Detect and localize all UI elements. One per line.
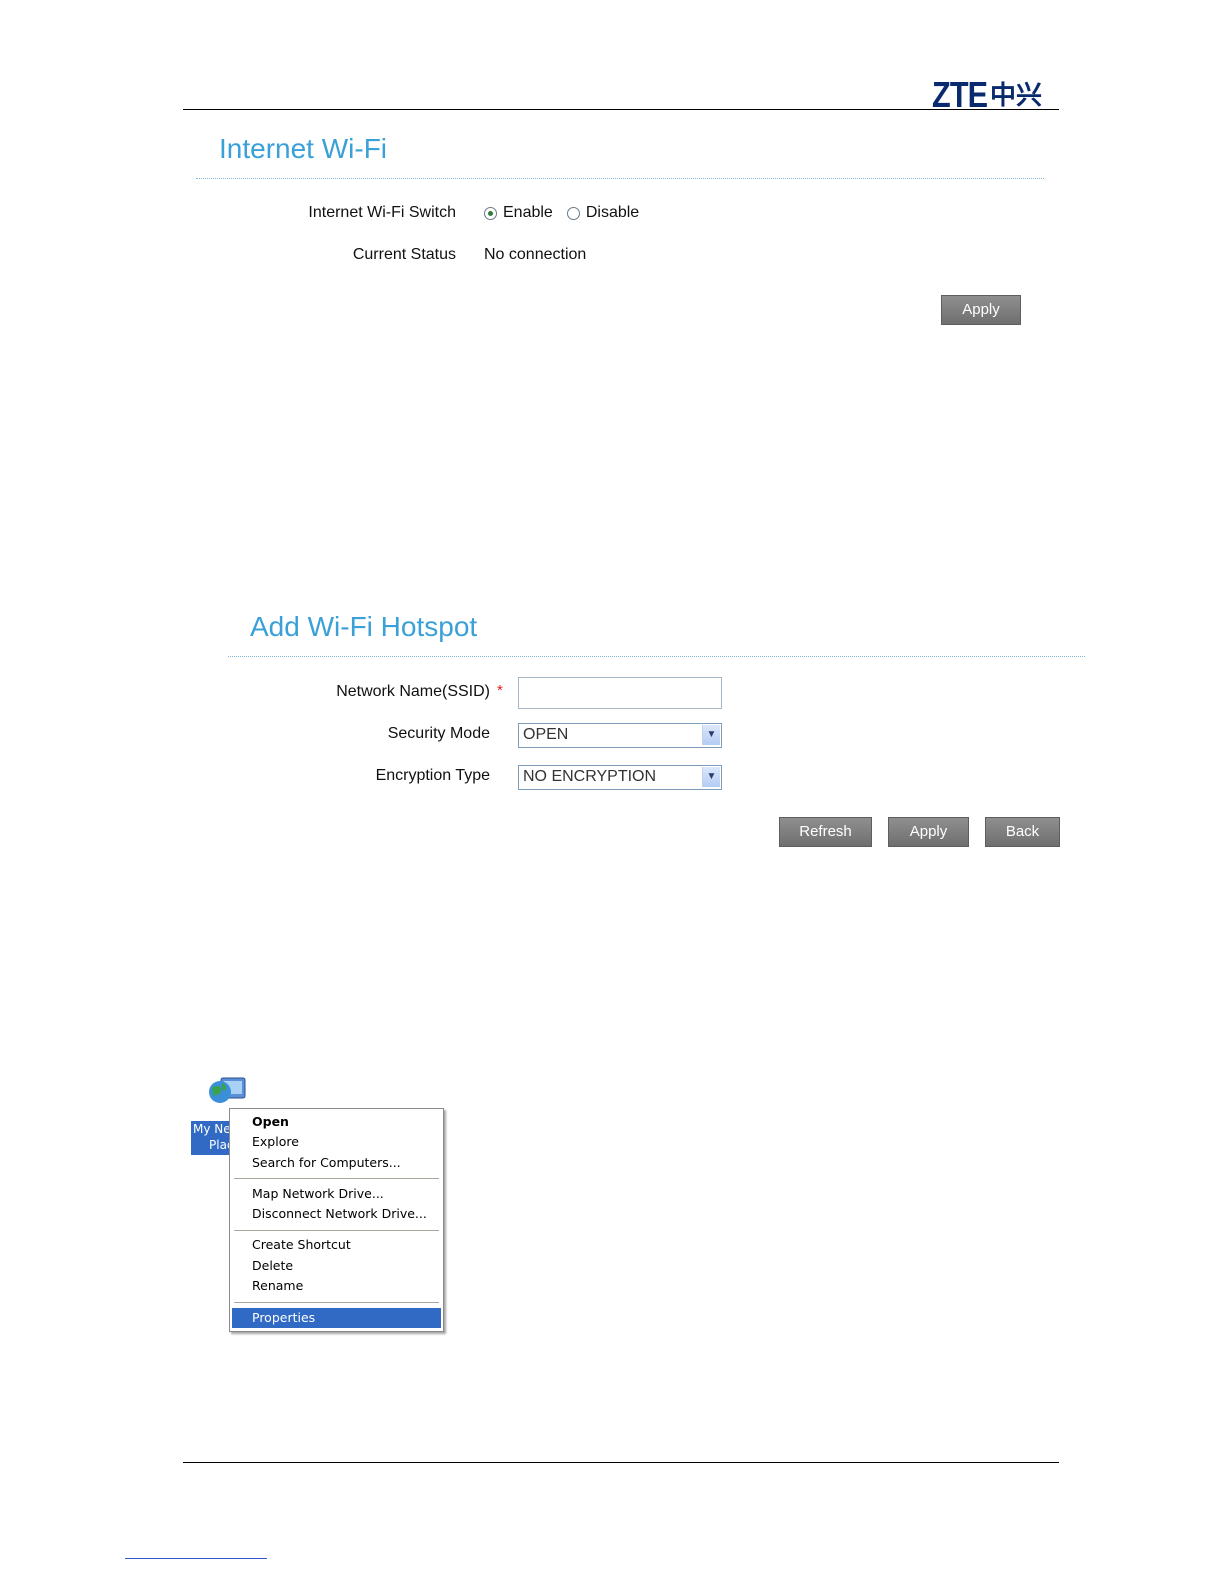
refresh-button[interactable]: Refresh	[779, 817, 872, 847]
encryption-type-value: NO ENCRYPTION	[523, 768, 657, 785]
enable-radio[interactable]	[484, 206, 497, 220]
security-mode-value: OPEN	[523, 726, 569, 743]
internet-wifi-apply-button[interactable]: Apply	[941, 295, 1021, 325]
security-mode-select[interactable]: OPEN ▼	[518, 723, 722, 748]
context-menu: Open Explore Search for Computers... Map…	[229, 1108, 444, 1332]
menu-item-search-computers[interactable]: Search for Computers...	[232, 1153, 441, 1173]
current-status-label: Current Status	[352, 246, 456, 263]
menu-item-disconnect-network-drive[interactable]: Disconnect Network Drive...	[232, 1204, 441, 1224]
add-hotspot-divider	[228, 656, 1085, 657]
encryption-type-label: Encryption Type	[375, 767, 490, 784]
encryption-type-select[interactable]: NO ENCRYPTION ▼	[518, 765, 722, 790]
menu-item-properties[interactable]: Properties	[232, 1308, 441, 1328]
wifi-switch-label: Internet Wi-Fi Switch	[308, 204, 456, 221]
logo-chinese-text: 中兴	[990, 81, 1043, 111]
menu-item-delete[interactable]: Delete	[232, 1256, 441, 1276]
menu-separator	[234, 1230, 439, 1231]
menu-item-rename[interactable]: Rename	[232, 1276, 441, 1296]
footer-divider	[183, 1462, 1059, 1463]
logo-latin-text: ZTE	[932, 74, 988, 115]
footer-link-underline	[125, 1558, 267, 1559]
ssid-label: Network Name(SSID)	[260, 683, 490, 701]
disable-radio-label[interactable]: Disable	[586, 204, 639, 222]
disable-radio[interactable]	[566, 206, 580, 220]
internet-wifi-title: Internet Wi-Fi	[219, 133, 388, 164]
zte-logo: ZTE 中兴	[932, 74, 1043, 115]
security-mode-label: Security Mode	[387, 725, 490, 742]
enable-radio-label[interactable]: Enable	[503, 204, 553, 222]
menu-item-map-network-drive[interactable]: Map Network Drive...	[232, 1184, 441, 1204]
back-button[interactable]: Back	[985, 817, 1060, 847]
ssid-required-mark: *	[497, 682, 503, 699]
add-hotspot-apply-button[interactable]: Apply	[888, 817, 969, 847]
wifi-switch-radio-group: Enable Disable	[484, 204, 653, 222]
current-status-value: No connection	[484, 246, 587, 263]
menu-separator	[234, 1178, 439, 1179]
chevron-down-icon[interactable]: ▼	[702, 725, 720, 745]
menu-item-explore[interactable]: Explore	[232, 1132, 441, 1152]
menu-item-open[interactable]: Open	[232, 1112, 441, 1132]
internet-wifi-divider	[196, 178, 1044, 179]
menu-separator	[234, 1302, 439, 1303]
ssid-label-text: Network Name(SSID)	[336, 683, 490, 700]
ssid-input[interactable]	[518, 677, 722, 709]
menu-item-create-shortcut[interactable]: Create Shortcut	[232, 1235, 441, 1255]
chevron-down-icon[interactable]: ▼	[702, 767, 720, 787]
add-hotspot-title: Add Wi-Fi Hotspot	[250, 611, 478, 642]
header-divider	[183, 109, 1059, 110]
